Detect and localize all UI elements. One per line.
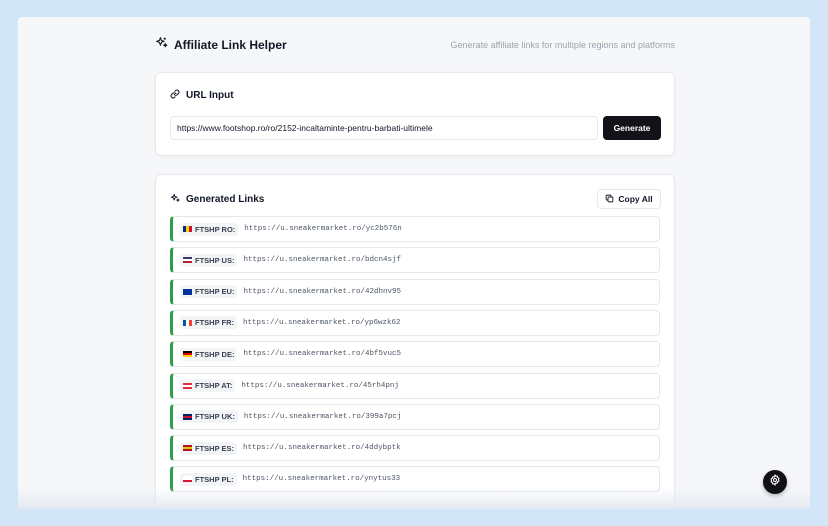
url-input-heading: URL Input [170, 89, 234, 102]
copy-all-button[interactable]: Copy All [597, 189, 661, 209]
app-window: Affiliate Link Helper Generate affiliate… [18, 17, 810, 509]
region-tag: FTSHP ES: [180, 441, 238, 455]
gear-icon [769, 473, 781, 491]
copy-icon [605, 194, 614, 205]
region-tag: FTSHP EU: [180, 285, 238, 299]
flag-icon [183, 413, 192, 420]
link-row[interactable]: FTSHP ES: https://u.sneakermarket.ro/4ddy… [170, 435, 660, 462]
region-tag: FTSHP AT: [180, 379, 236, 392]
flag-icon [183, 319, 192, 326]
region-tag: FTSHP FR: [180, 316, 238, 330]
link-row[interactable]: FTSHP EU: https://u.sneakermarket.ro/42dh… [170, 278, 660, 305]
link-url[interactable]: https://u.sneakermarket.ro/45rh4pnj [241, 382, 399, 390]
link-row[interactable]: FTSHP RO: https://u.sneakermarket.ro/yc2b… [170, 216, 660, 242]
region-tag: FTSHP UK: [180, 410, 238, 424]
flag-icon [183, 288, 192, 295]
generated-links-heading: Generated Links [170, 193, 264, 206]
link-row[interactable]: FTSHP DE: https://u.sneakermarket.ro/4bf5… [170, 341, 660, 368]
region-label: FTSHP RO: [195, 224, 236, 234]
link-url[interactable]: https://u.sneakermarket.ro/yc2b576n [244, 225, 402, 233]
link-url[interactable]: https://u.sneakermarket.ro/42dhnv95 [243, 288, 401, 296]
url-input[interactable] [170, 116, 598, 140]
bottom-fade [18, 487, 810, 509]
link-row[interactable]: FTSHP UK: https://u.sneakermarket.ro/399a… [170, 403, 660, 430]
link-url[interactable]: https://u.sneakermarket.ro/4ddybptk [243, 444, 401, 452]
link-row[interactable]: FTSHP US: https://u.sneakermarket.ro/bdcn… [170, 247, 660, 274]
region-tag: FTSHP US: [180, 253, 238, 267]
region-label: FTSHP ES: [195, 443, 235, 453]
flag-icon [183, 257, 192, 264]
link-row[interactable]: FTSHP FR: https://u.sneakermarket.ro/yp6w… [170, 309, 660, 336]
region-label: FTSHP UK: [195, 412, 235, 422]
region-label: FTSHP PL: [195, 474, 234, 484]
flag-icon [183, 382, 192, 389]
sparkles-icon [155, 36, 168, 54]
link-url[interactable]: https://u.sneakermarket.ro/399a7pcj [244, 413, 402, 421]
brand: Affiliate Link Helper [155, 36, 287, 54]
link-url[interactable]: https://u.sneakermarket.ro/4bf5vuc5 [243, 350, 401, 358]
sparkles-icon [170, 193, 180, 206]
settings-button[interactable] [763, 470, 787, 494]
link-url[interactable]: https://u.sneakermarket.ro/bdcn4sjf [243, 256, 401, 264]
flag-icon [183, 476, 192, 483]
flag-icon [183, 445, 192, 452]
region-label: FTSHP AT: [195, 381, 233, 390]
region-label: FTSHP EU: [195, 287, 235, 297]
region-label: FTSHP FR: [195, 318, 235, 328]
link-row[interactable]: FTSHP AT: https://u.sneakermarket.ro/45rh… [170, 372, 660, 399]
region-tag: FTSHP PL: [180, 472, 237, 486]
link-url[interactable]: https://u.sneakermarket.ro/yp6wzk62 [243, 319, 401, 327]
generate-button[interactable]: Generate [603, 116, 661, 140]
region-label: FTSHP DE: [195, 349, 235, 359]
region-tag: FTSHP RO: [180, 222, 239, 236]
generated-links-title: Generated Links [186, 194, 265, 205]
region-tag: FTSHP DE: [180, 347, 238, 361]
link-url[interactable]: https://u.sneakermarket.ro/ynytus33 [243, 475, 401, 483]
link-icon [170, 89, 180, 102]
page-header: Affiliate Link Helper Generate affiliate… [155, 37, 675, 53]
page-subtitle: Generate affiliate links for multiple re… [450, 40, 675, 50]
page-title: Affiliate Link Helper [174, 38, 287, 52]
copy-all-label: Copy All [618, 194, 653, 204]
flag-icon [183, 226, 192, 232]
flag-icon [183, 351, 192, 358]
url-input-card: URL Input Generate [155, 72, 675, 156]
region-label: FTSHP US: [195, 255, 235, 265]
url-input-title: URL Input [186, 90, 234, 101]
generated-links-card: Generated Links Copy All FTSHP RO: https:… [155, 174, 675, 509]
